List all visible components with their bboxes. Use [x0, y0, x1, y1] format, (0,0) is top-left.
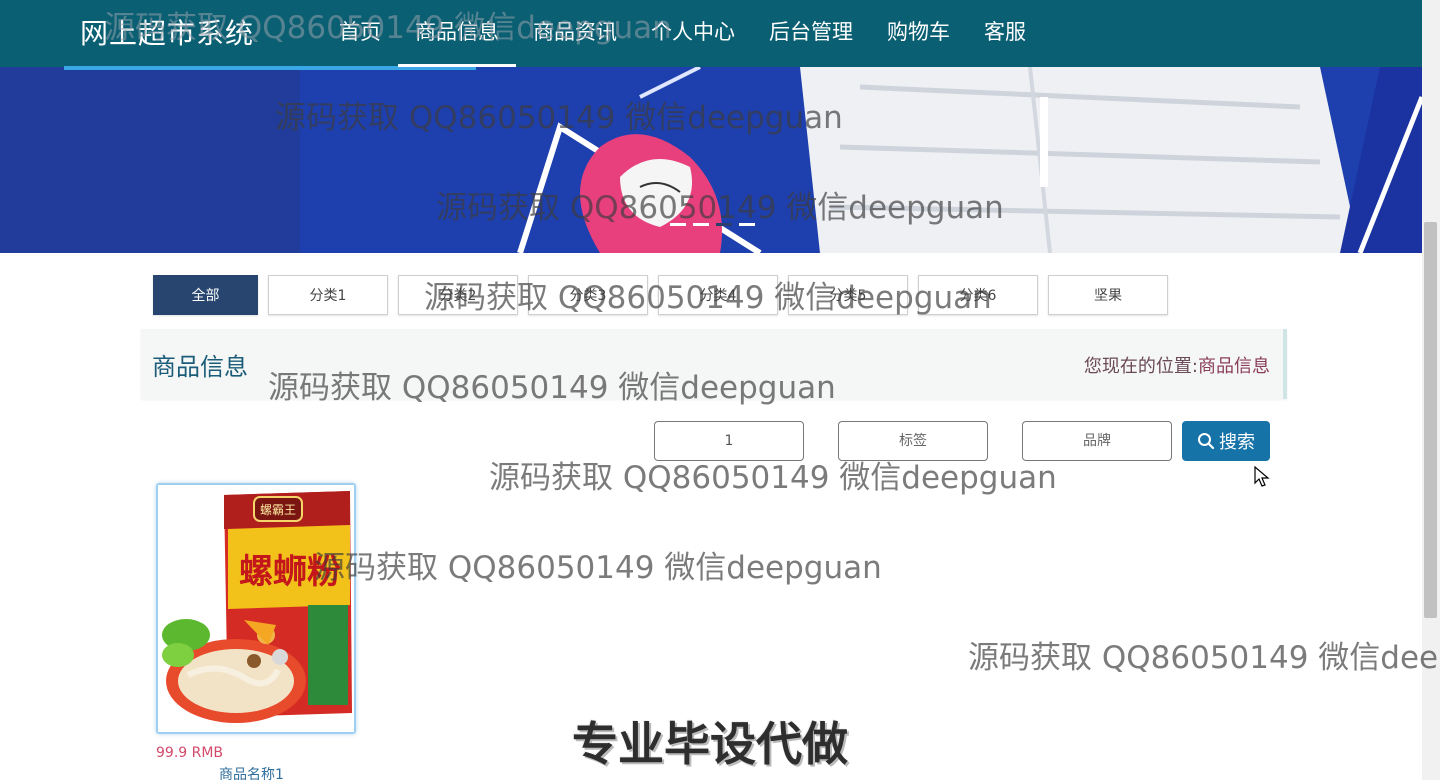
search-button[interactable]: 搜索	[1182, 421, 1270, 461]
carousel-dot-4[interactable]	[739, 223, 755, 226]
brand-input[interactable]	[1022, 421, 1172, 461]
category-1[interactable]: 分类1	[268, 275, 388, 315]
category-2[interactable]: 分类2	[398, 275, 518, 315]
product-brand-text: 螺霸王	[260, 503, 296, 517]
watermark: 源码获取 QQ86050149 微信deepg	[968, 640, 1440, 676]
product-price: 99.9 RMB	[156, 745, 224, 761]
category-3[interactable]: 分类3	[528, 275, 648, 315]
carousel-indicators	[670, 223, 755, 226]
product-card[interactable]: 螺霸王 螺蛳粉 99.9 RMB 商品名称1	[156, 483, 356, 780]
category-5[interactable]: 分类5	[788, 275, 908, 315]
mouse-cursor-icon	[1254, 466, 1270, 487]
category-nuts[interactable]: 坚果	[1048, 275, 1168, 315]
breadcrumb-current[interactable]: 商品信息	[1198, 356, 1270, 377]
page-title: 商品信息	[152, 353, 248, 381]
category-6[interactable]: 分类6	[918, 275, 1038, 315]
nav-item-service[interactable]: 客服	[967, 0, 1043, 67]
carousel-dot-1[interactable]	[670, 223, 686, 226]
category-4[interactable]: 分类4	[658, 275, 778, 315]
nav-item-cart[interactable]: 购物车	[870, 0, 967, 67]
banner-carousel[interactable]	[0, 67, 1422, 253]
watermark: 源码获取 QQ86050149 微信deepguan	[314, 550, 882, 586]
product-name-input[interactable]	[654, 421, 804, 461]
category-all[interactable]: 全部	[153, 275, 258, 315]
carousel-dot-2[interactable]	[693, 223, 709, 226]
page-scrollbar[interactable]	[1422, 0, 1440, 780]
nav-item-profile[interactable]: 个人中心	[634, 0, 752, 67]
product-image-art: 螺霸王 螺蛳粉	[158, 485, 354, 732]
breadcrumb: 您现在的位置:商品信息	[1084, 352, 1270, 378]
product-title-text: 螺蛳粉	[239, 552, 341, 592]
product-name[interactable]: 商品名称1	[219, 764, 356, 780]
search-button-label: 搜索	[1219, 432, 1255, 453]
page: 网上超市系统 首页 商品信息 商品资讯 个人中心 后台管理 购物车 客服 全部 …	[0, 0, 1440, 780]
carousel-dot-3[interactable]	[716, 223, 732, 226]
promo-overlay: 专业毕设代做	[572, 717, 848, 771]
nav-item-admin[interactable]: 后台管理	[752, 0, 870, 67]
tag-input[interactable]	[838, 421, 988, 461]
main-nav: 首页 商品信息 商品资讯 个人中心 后台管理 购物车 客服	[322, 0, 1043, 67]
nav-item-home[interactable]: 首页	[322, 0, 398, 67]
category-filter: 全部 分类1 分类2 分类3 分类4 分类5 分类6 坚果	[153, 275, 1178, 315]
section-header: 商品信息 您现在的位置:商品信息	[141, 329, 1287, 399]
nav-item-products[interactable]: 商品信息	[398, 0, 516, 67]
site-brand[interactable]: 网上超市系统	[80, 12, 254, 52]
search-icon	[1198, 433, 1215, 450]
breadcrumb-label: 您现在的位置:	[1083, 356, 1198, 377]
product-image[interactable]: 螺霸王 螺蛳粉	[156, 483, 356, 734]
scrollbar-thumb[interactable]	[1424, 222, 1437, 618]
top-navbar: 网上超市系统 首页 商品信息 商品资讯 个人中心 后台管理 购物车 客服	[0, 0, 1422, 70]
nav-item-news[interactable]: 商品资讯	[516, 0, 634, 67]
